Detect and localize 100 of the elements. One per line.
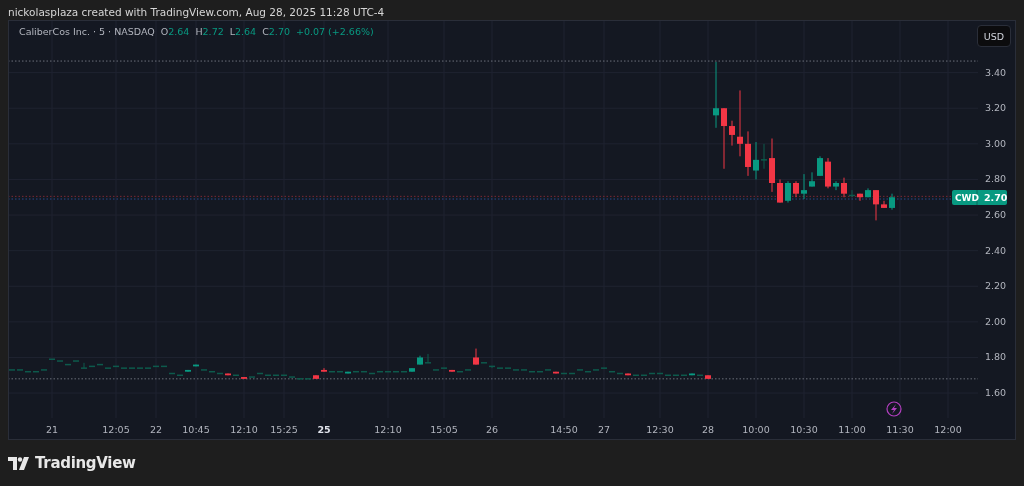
time-label: 27 [597, 424, 611, 435]
candle [857, 193, 863, 202]
candle [553, 371, 559, 374]
time-label: 12:10 [230, 424, 258, 435]
candle [873, 189, 879, 221]
price-label: 2.60 [985, 209, 1007, 221]
candle [609, 370, 615, 373]
candle [689, 373, 695, 376]
candle [777, 178, 783, 204]
price-label: 3.00 [985, 137, 1007, 149]
candle [369, 372, 375, 375]
time-label: 26 [485, 424, 499, 435]
candle [721, 107, 727, 170]
candle [33, 370, 39, 373]
time-label: 21 [45, 424, 59, 435]
candle [769, 138, 775, 193]
candle [385, 370, 391, 373]
price-label: 2.00 [985, 315, 1007, 327]
candle [209, 370, 215, 373]
candle [161, 365, 167, 368]
time-label: 11:30 [886, 424, 914, 435]
candle [377, 370, 383, 373]
candle [169, 372, 175, 375]
candle [625, 373, 631, 376]
candle [193, 364, 199, 367]
time-label: 10:45 [182, 424, 210, 435]
candle [65, 363, 71, 366]
candle [321, 367, 327, 373]
candle [753, 141, 759, 180]
candle [529, 370, 535, 373]
candle [809, 171, 815, 188]
candle [745, 130, 751, 177]
candle [737, 89, 743, 157]
last-price-label: 2.70 [984, 192, 1008, 203]
time-label: 12:30 [646, 424, 674, 435]
candle [345, 371, 351, 374]
candle [257, 372, 263, 375]
candle [409, 367, 415, 373]
logo-icon [8, 456, 30, 470]
lightning-icon[interactable] [886, 401, 902, 417]
candle [353, 370, 359, 373]
time-label: 28 [701, 424, 715, 435]
ticker-label: CWD [955, 193, 979, 203]
chart-caption: nickolasplaza created with TradingView.com, Aug 28, 2025 11:28 UTC-4 [8, 5, 386, 20]
candle [361, 370, 367, 373]
candle [217, 372, 223, 375]
candle [153, 365, 159, 368]
ohlc-value: H2.72 [195, 26, 224, 37]
candle [617, 372, 623, 375]
candle [841, 177, 847, 198]
candle [817, 155, 823, 177]
price-label: 2.80 [985, 173, 1007, 185]
brand-name: TradingView [35, 454, 136, 472]
time-label: 12:05 [102, 424, 130, 435]
candle [425, 353, 431, 364]
time-label: 12:00 [934, 424, 962, 435]
candle [329, 370, 335, 373]
candle [761, 143, 767, 170]
candle [785, 180, 791, 204]
symbol-label: CaliberCos Inc. · 5 · NASDAQ [19, 26, 155, 37]
candle [113, 365, 119, 368]
ohlc-value: L2.64 [229, 26, 257, 37]
candle [185, 369, 191, 373]
candle [561, 372, 567, 375]
candle [313, 374, 319, 380]
candle [489, 365, 495, 369]
candle [825, 157, 831, 189]
candle [337, 370, 343, 373]
candle [473, 348, 479, 366]
candle [649, 372, 655, 375]
candle [889, 193, 895, 211]
candle [393, 370, 399, 373]
candle [401, 370, 407, 373]
time-label: 25 [317, 424, 331, 435]
candle [225, 373, 231, 376]
candle [833, 180, 839, 191]
price-label: 1.60 [985, 387, 1007, 399]
candle [457, 370, 463, 373]
time-label: 22 [149, 424, 163, 435]
time-label: 11:00 [838, 424, 866, 435]
time-label: 15:25 [270, 424, 298, 435]
currency-button[interactable]: USD [976, 25, 1011, 47]
price-label: 2.40 [985, 244, 1007, 256]
ohlc-value: C2.70 [262, 26, 290, 37]
candle [81, 362, 87, 369]
candle [89, 365, 95, 368]
price-label: 3.40 [985, 66, 1007, 78]
candle [729, 120, 735, 147]
candle [657, 372, 663, 375]
candle [585, 370, 591, 373]
candle [705, 374, 711, 380]
candle [417, 355, 423, 366]
candle [537, 370, 543, 373]
price-label: 1.80 [985, 351, 1007, 363]
ohlc-value: O2.64 [160, 26, 190, 37]
candle [793, 180, 799, 198]
price-label: 2.20 [985, 280, 1007, 292]
time-label: 10:00 [742, 424, 770, 435]
candle [449, 369, 455, 373]
change-value: +0.07 (+2.66%) [295, 26, 374, 37]
